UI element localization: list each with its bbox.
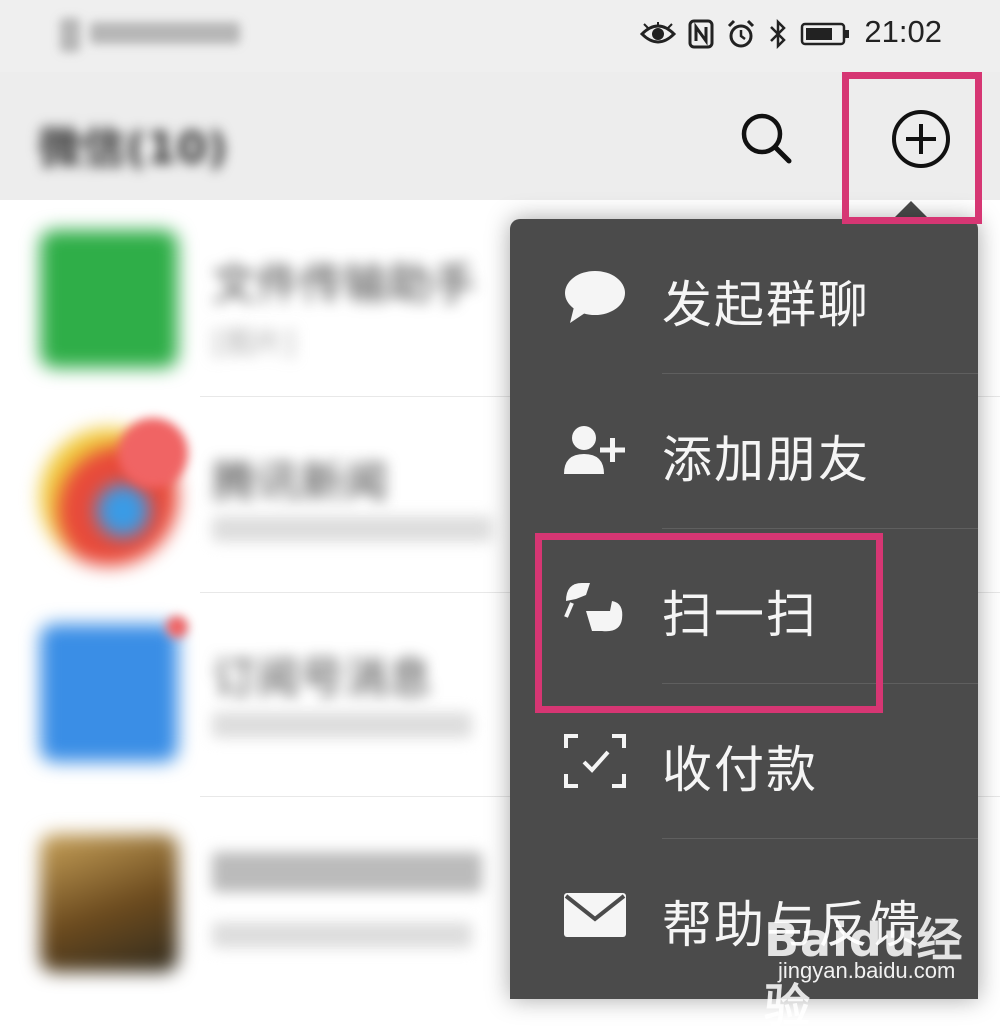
chat-bubble-icon (565, 271, 625, 323)
watermark-url: jingyan.baidu.com (778, 958, 956, 983)
carrier-label (60, 12, 250, 58)
menu-item-add-friend[interactable]: 添加朋友 (510, 374, 978, 528)
highlight-scan-item (535, 533, 883, 713)
chat-name (212, 852, 482, 892)
battery-icon (800, 22, 849, 46)
payment-scan-icon (564, 734, 626, 788)
search-button[interactable] (736, 108, 796, 168)
highlight-add-button (842, 72, 982, 224)
status-icons (640, 16, 850, 52)
chat-preview (212, 516, 492, 542)
chat-preview (212, 712, 472, 738)
unread-dot (166, 616, 188, 638)
nfc-icon (688, 19, 714, 49)
chat-name: 订阅号消息 (212, 653, 432, 704)
alarm-icon (727, 19, 755, 48)
status-time: 21:02 (864, 14, 942, 49)
menu-item-label: 发起群聊 (662, 276, 870, 334)
chat-avatar (40, 624, 178, 762)
watermark: Baidu经验 jingyan.baidu.com (764, 904, 1000, 1036)
unread-badge (118, 418, 188, 488)
status-bar: 21:02 (0, 0, 1000, 72)
page-title: 微信(10) (38, 123, 228, 174)
menu-item-group-chat[interactable]: 发起群聊 (510, 219, 978, 373)
bluetooth-icon (770, 19, 786, 49)
chat-avatar (40, 230, 178, 368)
chat-avatar (40, 834, 178, 972)
chat-preview (212, 922, 472, 948)
chat-name: 腾讯新闻 (212, 457, 388, 508)
add-user-icon (564, 426, 625, 474)
search-icon (741, 113, 792, 164)
menu-item-label: 收付款 (662, 741, 818, 799)
envelope-icon (564, 893, 626, 937)
menu-item-label: 添加朋友 (662, 431, 870, 489)
eye-icon (640, 22, 676, 44)
chat-name: 文件传输助手 (212, 259, 476, 310)
chat-preview: [图片] (212, 326, 296, 361)
